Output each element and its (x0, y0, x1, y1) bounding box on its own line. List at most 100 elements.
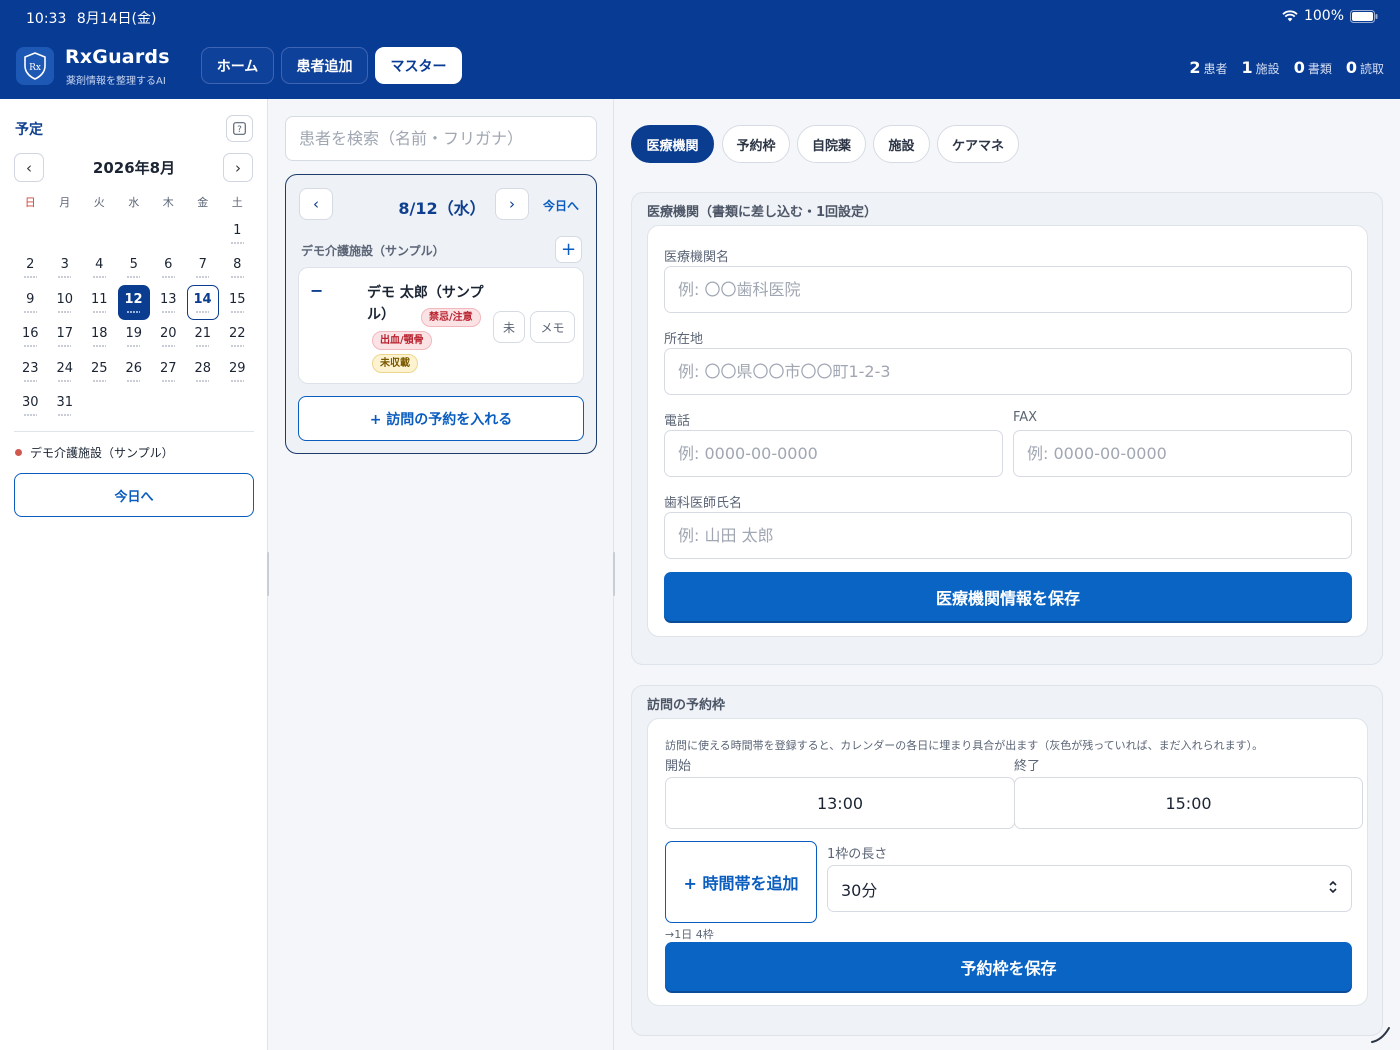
availability-indicator (127, 379, 141, 382)
calendar-day-number: 18 (90, 326, 108, 342)
nav-master-button[interactable]: マスター (375, 47, 462, 84)
availability-indicator (23, 379, 37, 382)
day-today-link[interactable]: 今日へ (543, 197, 579, 214)
calendar-day[interactable]: 20 (151, 320, 186, 355)
stat-documents: 0 書類 (1293, 58, 1332, 77)
help-icon[interactable]: ? (226, 115, 253, 142)
calendar-day[interactable]: 21 (186, 320, 221, 355)
patient-search-input[interactable] (285, 116, 597, 161)
calendar-day[interactable]: 12 (117, 285, 150, 320)
calendar-day[interactable]: 1 (220, 216, 255, 251)
phone-field[interactable] (664, 430, 1003, 477)
calendar-day[interactable]: 8 (220, 251, 255, 286)
dentist-name-field[interactable] (664, 512, 1352, 559)
facility-legend-label: デモ介護施設（サンプル） (30, 446, 174, 460)
calendar-day[interactable]: 22 (220, 320, 255, 355)
book-visit-button[interactable]: + 訪問の予約を入れる (298, 396, 584, 441)
calendar-day[interactable]: 30 (13, 389, 48, 424)
next-month-button[interactable]: › (223, 153, 253, 182)
end-time-field[interactable]: 15:00 (1014, 777, 1363, 829)
calendar-day[interactable]: 6 (151, 251, 186, 286)
calendar-day[interactable]: 16 (13, 320, 48, 355)
calendar-day[interactable]: 24 (48, 354, 83, 389)
availability-indicator (58, 276, 72, 279)
calendar-day[interactable]: 18 (82, 320, 117, 355)
slots-per-day: →1日 4枠 (665, 928, 714, 941)
calendar-day[interactable]: 14 (186, 285, 219, 320)
calendar-day-number: 19 (125, 326, 143, 342)
calendar-day[interactable]: 9 (13, 285, 48, 320)
weekday-header: 日 (24, 196, 36, 209)
prev-month-button[interactable]: ‹ (14, 153, 44, 182)
tab-booking-slots[interactable]: 予約枠 (722, 125, 790, 163)
slot-length-value: 30分 (841, 880, 878, 900)
section-title: 訪問の予約枠 (647, 698, 726, 713)
institution-name-field[interactable] (664, 266, 1352, 313)
calendar-day[interactable]: 27 (151, 354, 186, 389)
section-title: 医療機関（書類に差し込む・1回設定） (647, 205, 878, 220)
calendar-day[interactable]: 17 (48, 320, 83, 355)
calendar-day[interactable]: 2 (13, 251, 48, 286)
add-patient-to-facility-button[interactable]: + (555, 236, 582, 263)
calendar-day[interactable]: 26 (117, 354, 152, 389)
calendar-day[interactable]: 25 (82, 354, 117, 389)
availability-indicator (230, 379, 244, 382)
address-field[interactable] (664, 348, 1352, 395)
availability-indicator (196, 345, 210, 348)
facility-group-label: デモ介護施設（サンプル） (301, 244, 445, 258)
collapse-icon[interactable]: − (310, 281, 323, 300)
add-time-slot-button[interactable]: + 時間帯を追加 (665, 841, 817, 923)
calendar-day[interactable]: 13 (151, 285, 186, 320)
tab-own-drugs[interactable]: 自院薬 (797, 125, 866, 163)
bleeding-tag: 出血/顎骨 (372, 331, 432, 350)
calendar-day[interactable]: 23 (13, 354, 48, 389)
calendar-day[interactable]: 4 (82, 251, 117, 286)
calendar-day[interactable]: 31 (48, 389, 83, 424)
calendar-day[interactable]: 10 (48, 285, 83, 320)
calendar-day[interactable]: 28 (186, 354, 221, 389)
calendar-day[interactable]: 11 (82, 285, 117, 320)
save-slots-button[interactable]: 予約枠を保存 (665, 942, 1352, 991)
calendar-day-number: 21 (194, 326, 212, 342)
calendar-day-number: 11 (90, 291, 108, 307)
calendar-day-number: 16 (21, 326, 39, 342)
calendar-day-number: 25 (90, 360, 108, 376)
calendar-blank (117, 216, 152, 251)
app-header: 10:33 8月14日(金) 100% Rx RxGuards 薬剤情報を整理す… (0, 0, 1400, 99)
calendar-day-number: 6 (164, 257, 173, 273)
next-day-button[interactable]: › (495, 188, 529, 220)
calendar-day-number: 4 (95, 257, 104, 273)
calendar-day[interactable]: 29 (220, 354, 255, 389)
divider (14, 431, 254, 432)
calendar-day-number: 7 (198, 257, 207, 273)
availability-indicator (92, 276, 106, 279)
availability-indicator (230, 241, 244, 244)
tab-care-managers[interactable]: ケアマネ (937, 125, 1019, 163)
status-button[interactable]: 未 (493, 311, 525, 343)
day-schedule-card: ‹ 8/12（水） › 今日へ デモ介護施設（サンプル） + − デモ 太郎（サ… (285, 174, 597, 454)
calendar-day[interactable]: 15 (220, 285, 255, 320)
prev-day-button[interactable]: ‹ (299, 188, 333, 220)
tab-facilities[interactable]: 施設 (873, 125, 930, 163)
nav-add-patient-button[interactable]: 患者追加 (281, 47, 368, 84)
slot-length-select[interactable]: 30分 (827, 865, 1352, 912)
svg-text:Rx: Rx (29, 63, 41, 73)
start-time-field[interactable]: 13:00 (665, 777, 1015, 829)
facility-color-dot (15, 449, 22, 456)
calendar-day[interactable]: 3 (48, 251, 83, 286)
go-today-button[interactable]: 今日へ (14, 473, 254, 517)
booking-slots-form: 訪問に使える時間帯を登録すると、カレンダーの各日に埋まり具合が出ます（灰色が残っ… (647, 718, 1368, 1006)
memo-button[interactable]: メモ (530, 311, 575, 343)
save-institution-button[interactable]: 医療機関情報を保存 (664, 572, 1352, 621)
field-label: 歯科医師氏名 (664, 496, 743, 511)
calendar-day-number: 24 (56, 360, 74, 376)
patient-card[interactable]: − デモ 太郎（サンプル） 禁忌/注意 出血/顎骨 未収載 未 メモ (298, 267, 584, 384)
calendar-day[interactable]: 7 (186, 251, 221, 286)
calendar-day[interactable]: 19 (117, 320, 152, 355)
nav-home-button[interactable]: ホーム (201, 47, 274, 84)
summary-stats: 2 患者 1 施設 0 書類 0 読取 (1189, 58, 1384, 77)
fax-field[interactable] (1013, 430, 1352, 477)
tab-institution[interactable]: 医療機関 (631, 125, 714, 163)
master-settings-panel: 医療機関 予約枠 自院薬 施設 ケアマネ 医療機関（書類に差し込む・1回設定） … (615, 99, 1400, 1050)
calendar-day[interactable]: 5 (117, 251, 152, 286)
